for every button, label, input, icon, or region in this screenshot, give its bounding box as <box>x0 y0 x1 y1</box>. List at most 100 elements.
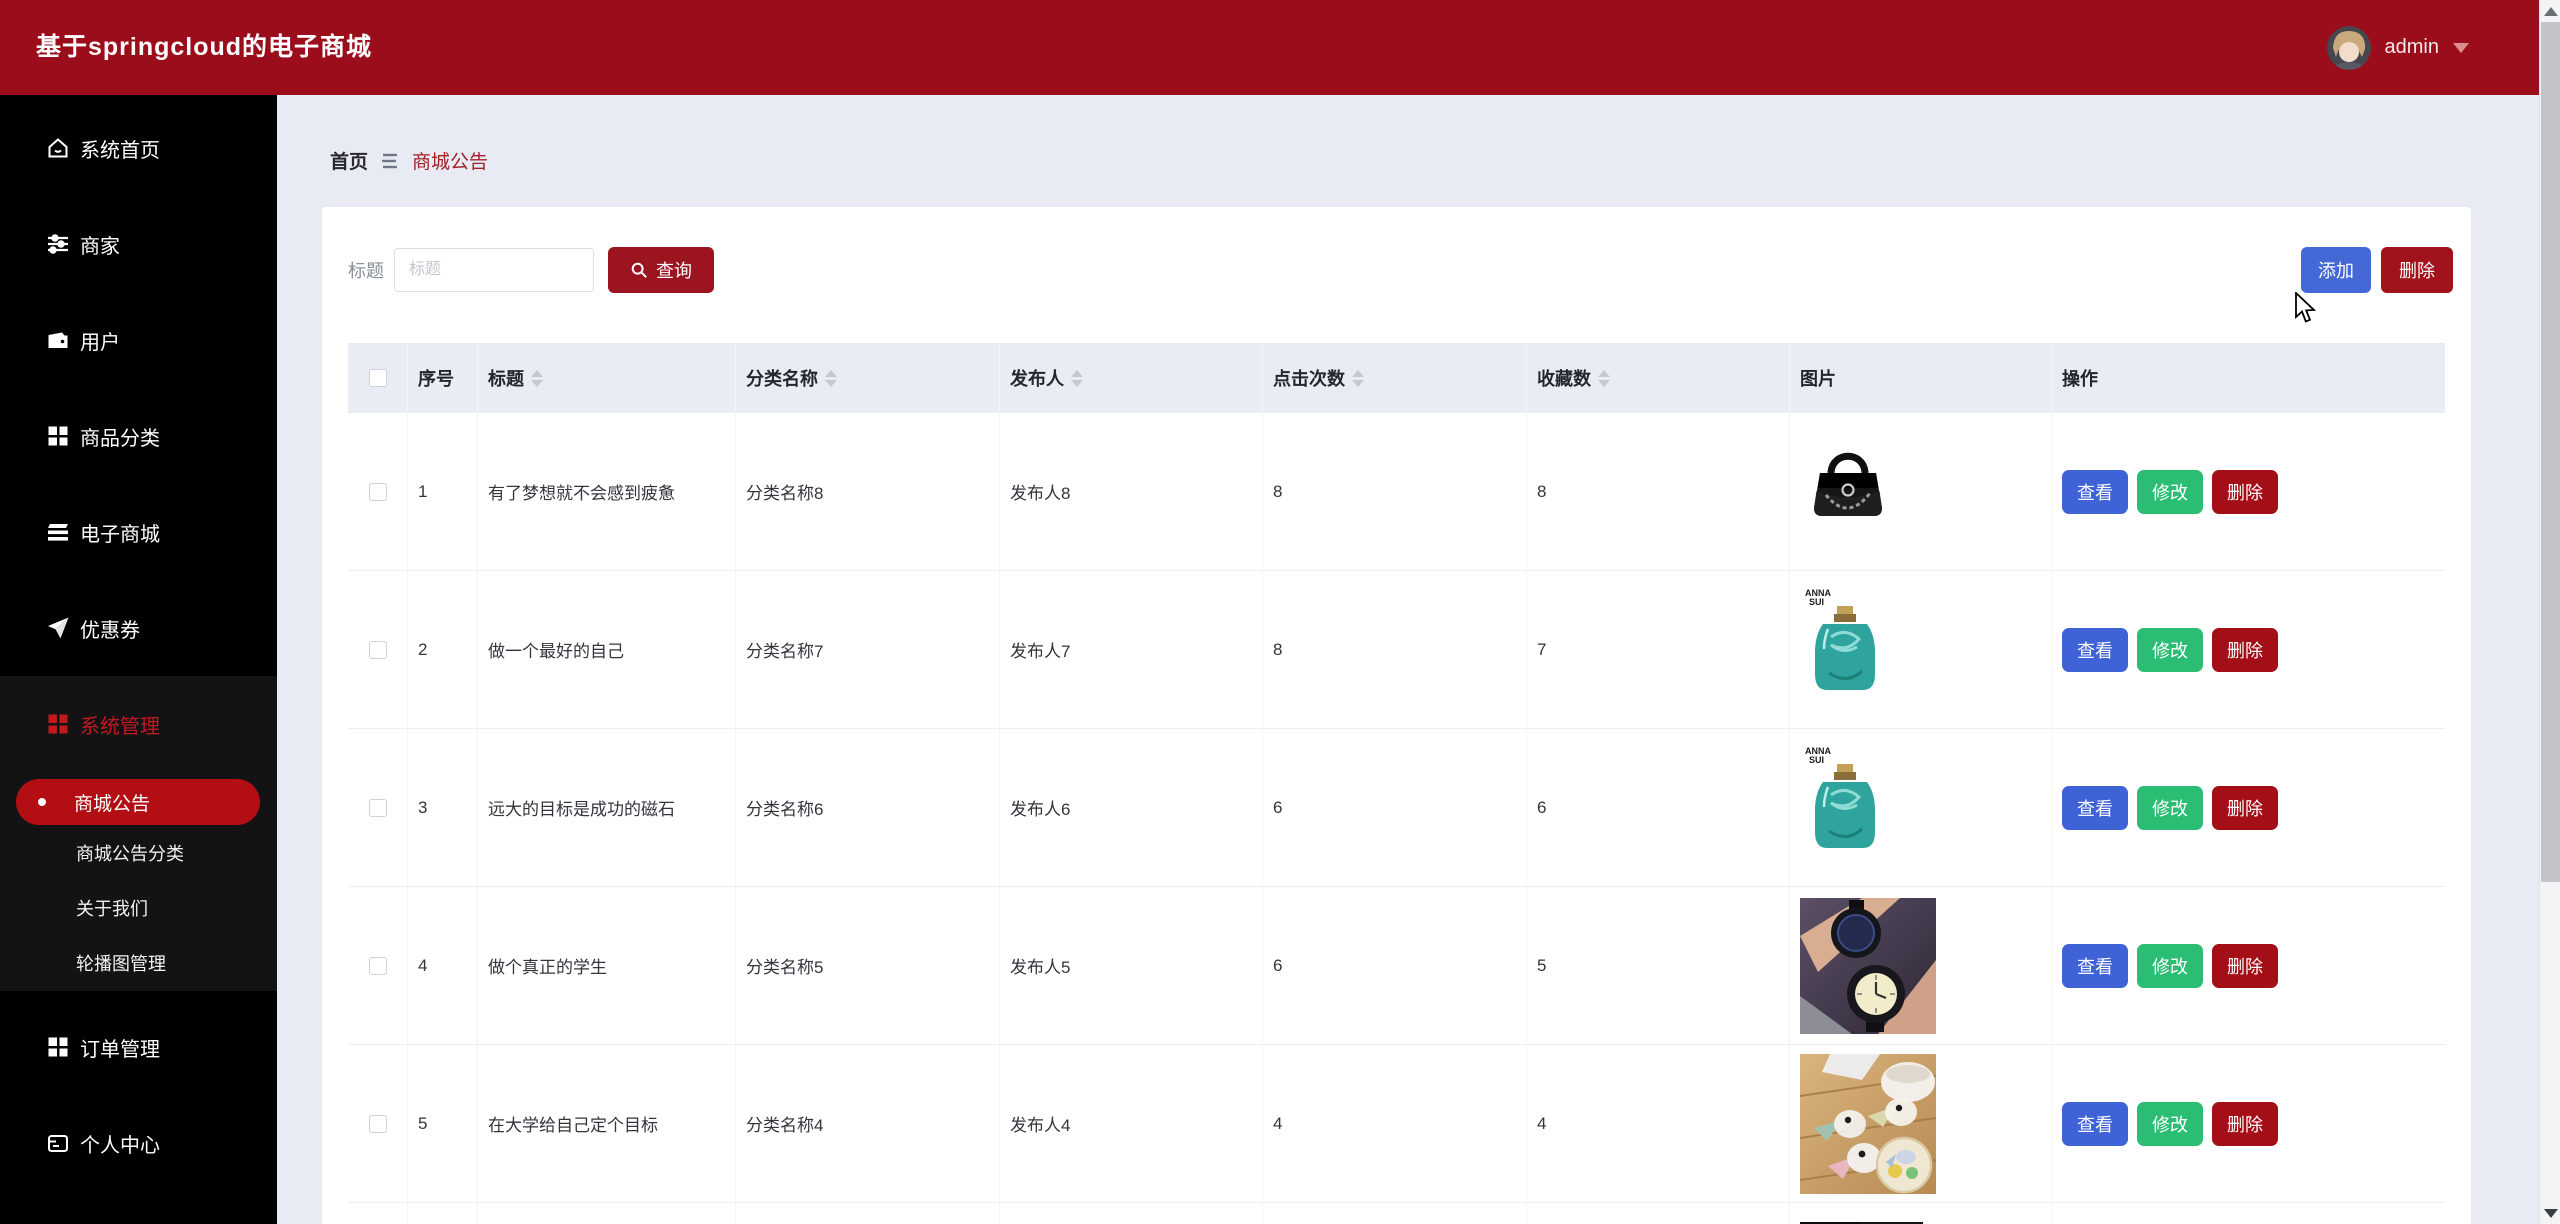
sidebar-item-label: 商家 <box>80 230 120 259</box>
sidebar-subitem-轮播图管理[interactable]: 轮播图管理 <box>0 935 277 990</box>
cell-title: 在大学给自己定个目标 <box>478 1045 736 1202</box>
sidebar-item-优惠券[interactable]: 优惠券 <box>0 580 277 676</box>
sort-arrows-icon[interactable] <box>1071 370 1083 387</box>
vertical-scrollbar[interactable] <box>2539 0 2560 1224</box>
breadcrumb-home[interactable]: 首页 <box>330 147 368 174</box>
sort-arrows-icon[interactable] <box>1352 370 1364 387</box>
scroll-up-button[interactable] <box>2540 2 2560 20</box>
column-header-点击次数[interactable]: 点击次数 <box>1263 343 1527 413</box>
row-checkbox[interactable] <box>369 483 387 501</box>
view-button[interactable]: 查看 <box>2062 944 2128 988</box>
sort-arrows-icon[interactable] <box>825 370 837 387</box>
view-button[interactable]: 查看 <box>2062 786 2128 830</box>
app-title: 基于springcloud的电子商城 <box>36 0 372 95</box>
search-button[interactable]: 查询 <box>608 247 714 293</box>
column-header-图片: 图片 <box>1790 343 2052 413</box>
delete-button[interactable]: 删除 <box>2381 247 2453 293</box>
active-dot-icon <box>38 798 46 806</box>
sort-arrows-icon[interactable] <box>531 370 543 387</box>
cell-publisher: 发布人6 <box>1000 729 1263 886</box>
row-checkbox[interactable] <box>369 957 387 975</box>
grid-icon <box>46 424 70 448</box>
search-icon <box>630 261 648 279</box>
view-button[interactable]: 查看 <box>2062 470 2128 514</box>
perfume-image: ANNASUI <box>1800 585 1890 715</box>
user-menu[interactable]: admin <box>2327 0 2469 95</box>
sidebar-subitem-商城公告[interactable]: 商城公告 <box>16 779 260 825</box>
search-button-label: 查询 <box>656 257 692 283</box>
title-filter-input[interactable] <box>394 248 594 292</box>
add-button[interactable]: 添加 <box>2301 247 2371 293</box>
table-row: 查看修改删除 <box>348 1203 2445 1224</box>
cell-category: 分类名称5 <box>736 887 1000 1044</box>
cell-publisher: 发布人4 <box>1000 1045 1263 1202</box>
cell-clicks: 8 <box>1263 571 1527 728</box>
edit-button[interactable]: 修改 <box>2137 470 2203 514</box>
column-header-分类名称[interactable]: 分类名称 <box>736 343 1000 413</box>
row-checkbox[interactable] <box>369 799 387 817</box>
sidebar-item-电子商城[interactable]: 电子商城 <box>0 484 277 580</box>
column-header-标题[interactable]: 标题 <box>478 343 736 413</box>
sidebar-section: 系统管理商城公告商城公告分类关于我们轮播图管理 <box>0 676 277 991</box>
sidebar-item-系统管理[interactable]: 系统管理 <box>0 676 277 772</box>
row-checkbox[interactable] <box>369 641 387 659</box>
sidebar-subitem-label: 轮播图管理 <box>76 950 166 976</box>
cell-title: 做个真正的学生 <box>478 887 736 1044</box>
cell-num: 2 <box>408 571 478 728</box>
sidebar-item-用户[interactable]: 用户 <box>0 292 277 388</box>
view-button[interactable]: 查看 <box>2062 1102 2128 1146</box>
cell-clicks: 6 <box>1263 887 1527 1044</box>
cell-clicks: 4 <box>1263 1045 1527 1202</box>
row-delete-button[interactable]: 删除 <box>2212 470 2278 514</box>
ducks-image <box>1800 1054 1936 1194</box>
sidebar-item-系统首页[interactable]: 系统首页 <box>0 100 277 196</box>
avatar[interactable] <box>2327 26 2371 70</box>
cell-favorites <box>1527 1203 1790 1224</box>
select-all-checkbox[interactable] <box>369 369 387 387</box>
scroll-down-button[interactable] <box>2540 1204 2560 1222</box>
column-header-label: 收藏数 <box>1537 365 1591 391</box>
main-content: 首页 商城公告 标题 查询 添加 删除 序号标题分类名称发布人点击次数收藏数图片… <box>277 95 2539 1224</box>
column-header-发布人[interactable]: 发布人 <box>1000 343 1263 413</box>
cell-num: 4 <box>408 887 478 1044</box>
sidebar-item-label: 电子商城 <box>80 518 160 547</box>
sidebar-item-订单管理[interactable]: 订单管理 <box>0 999 277 1095</box>
profile-icon <box>46 1131 70 1155</box>
sidebar-subitem-商城公告分类[interactable]: 商城公告分类 <box>0 825 277 880</box>
row-delete-button[interactable]: 删除 <box>2212 628 2278 672</box>
scrollbar-thumb[interactable] <box>2541 22 2560 882</box>
row-delete-button[interactable]: 删除 <box>2212 786 2278 830</box>
row-checkbox[interactable] <box>369 1115 387 1133</box>
sidebar-item-商品分类[interactable]: 商品分类 <box>0 388 277 484</box>
table-row: 1有了梦想就不会感到疲惫分类名称8发布人888查看修改删除 <box>348 413 2445 571</box>
cell-favorites: 8 <box>1527 413 1790 570</box>
cell-category: 分类名称7 <box>736 571 1000 728</box>
column-header-label: 点击次数 <box>1273 365 1345 391</box>
send-icon <box>46 616 70 640</box>
table-row: 2做一个最好的自己分类名称7发布人787ANNASUI查看修改删除 <box>348 571 2445 729</box>
column-header-label: 发布人 <box>1010 365 1064 391</box>
breadcrumb-current: 商城公告 <box>412 147 488 174</box>
sidebar-item-label: 系统管理 <box>80 710 160 739</box>
sidebar-subitem-关于我们[interactable]: 关于我们 <box>0 880 277 935</box>
column-header-label: 标题 <box>488 365 524 391</box>
table-header-row: 序号标题分类名称发布人点击次数收藏数图片操作 <box>348 343 2445 413</box>
edit-button[interactable]: 修改 <box>2137 944 2203 988</box>
edit-button[interactable]: 修改 <box>2137 786 2203 830</box>
edit-button[interactable]: 修改 <box>2137 1102 2203 1146</box>
breadcrumb: 首页 商城公告 <box>330 147 488 174</box>
sidebar-item-商家[interactable]: 商家 <box>0 196 277 292</box>
cell-num: 1 <box>408 413 478 570</box>
edit-button[interactable]: 修改 <box>2137 628 2203 672</box>
cell-title <box>478 1203 736 1224</box>
cell-clicks: 8 <box>1263 413 1527 570</box>
wallet-icon <box>46 328 70 352</box>
sidebar-item-label: 系统首页 <box>80 134 160 163</box>
cell-publisher: 发布人8 <box>1000 413 1263 570</box>
sidebar-item-个人中心[interactable]: 个人中心 <box>0 1095 277 1191</box>
row-delete-button[interactable]: 删除 <box>2212 1102 2278 1146</box>
row-delete-button[interactable]: 删除 <box>2212 944 2278 988</box>
sort-arrows-icon[interactable] <box>1598 370 1610 387</box>
view-button[interactable]: 查看 <box>2062 628 2128 672</box>
column-header-收藏数[interactable]: 收藏数 <box>1527 343 1790 413</box>
